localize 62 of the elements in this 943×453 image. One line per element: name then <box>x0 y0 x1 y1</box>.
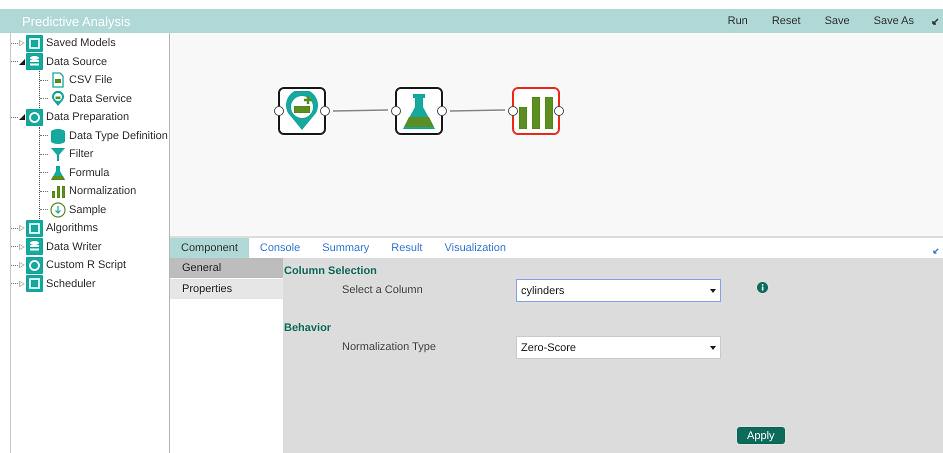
category-icon <box>26 53 43 70</box>
dropdown-field[interactable]: cylinders <box>516 279 721 302</box>
dropdown-field[interactable]: Zero-Score <box>516 336 721 359</box>
tree-item[interactable]: Data Source <box>46 56 108 68</box>
expand-icon[interactable] <box>932 17 940 25</box>
component-icon <box>50 128 66 144</box>
category-icon <box>26 275 43 292</box>
component-icon <box>50 146 66 162</box>
tree-item[interactable]: Filter <box>69 148 94 160</box>
tree-item[interactable]: Formula <box>69 166 110 179</box>
port-handle[interactable] <box>554 106 564 116</box>
section-heading: Behavior <box>284 322 332 336</box>
component-icon <box>50 90 66 107</box>
tree-item[interactable]: Scheduler <box>46 278 96 290</box>
tab[interactable]: Result <box>380 238 434 258</box>
apply-button[interactable]: Apply <box>737 427 785 444</box>
dropdown-caret-icon <box>710 346 716 350</box>
toolbar-button[interactable]: Save <box>812 15 862 27</box>
port-handle[interactable] <box>508 106 518 116</box>
tree-item[interactable]: Custom R Script <box>46 259 126 272</box>
app-title: Predictive Analysis <box>22 14 132 28</box>
section-heading: Column Selection <box>284 265 378 279</box>
category-icon <box>26 108 43 126</box>
port-handle[interactable] <box>437 106 447 116</box>
tab[interactable]: Component <box>170 238 249 258</box>
collapse-arrow-icon[interactable] <box>19 114 25 120</box>
info-icon[interactable] <box>757 282 768 293</box>
tree-item[interactable]: Data Type Definition <box>69 130 168 142</box>
tab[interactable]: Visualization <box>433 238 518 258</box>
connector-line <box>450 109 506 112</box>
connector-line <box>332 109 388 112</box>
side-tab[interactable]: General <box>170 258 283 279</box>
expand-icon[interactable] <box>933 247 940 254</box>
tree-item[interactable]: Data Preparation <box>46 111 130 124</box>
tree-item[interactable]: Data Service <box>69 92 132 105</box>
tab[interactable]: Summary <box>311 238 380 258</box>
component-icon <box>50 183 66 200</box>
side-tab[interactable]: Properties <box>170 279 283 300</box>
port-handle[interactable] <box>391 106 401 116</box>
toolbar-button[interactable]: Run <box>716 15 760 27</box>
field-label: Normalization Type <box>342 340 437 353</box>
component-icon <box>50 72 66 88</box>
component-icon <box>50 202 66 218</box>
category-icon <box>26 220 43 237</box>
tab[interactable]: Console <box>248 238 312 258</box>
toolbar-button[interactable]: Save As <box>862 15 926 27</box>
field-label: Select a Column <box>342 283 424 296</box>
dropdown-caret-icon <box>710 288 716 292</box>
tree-item[interactable]: CSV File <box>69 74 112 86</box>
port-handle[interactable] <box>274 106 284 116</box>
port-handle[interactable] <box>320 106 330 116</box>
category-icon <box>26 238 43 256</box>
category-icon <box>26 256 43 274</box>
tree-item[interactable]: Algorithms <box>46 222 98 234</box>
tree-item[interactable]: Sample <box>69 204 106 216</box>
collapse-arrow-icon[interactable] <box>19 58 25 65</box>
component-icon <box>50 164 66 181</box>
tree-item[interactable]: Saved Models <box>46 37 116 50</box>
toolbar-button[interactable]: Reset <box>760 15 813 27</box>
tree-item[interactable]: Data Writer <box>46 240 102 253</box>
tree-item[interactable]: Normalization <box>69 185 136 198</box>
category-icon <box>26 34 43 52</box>
